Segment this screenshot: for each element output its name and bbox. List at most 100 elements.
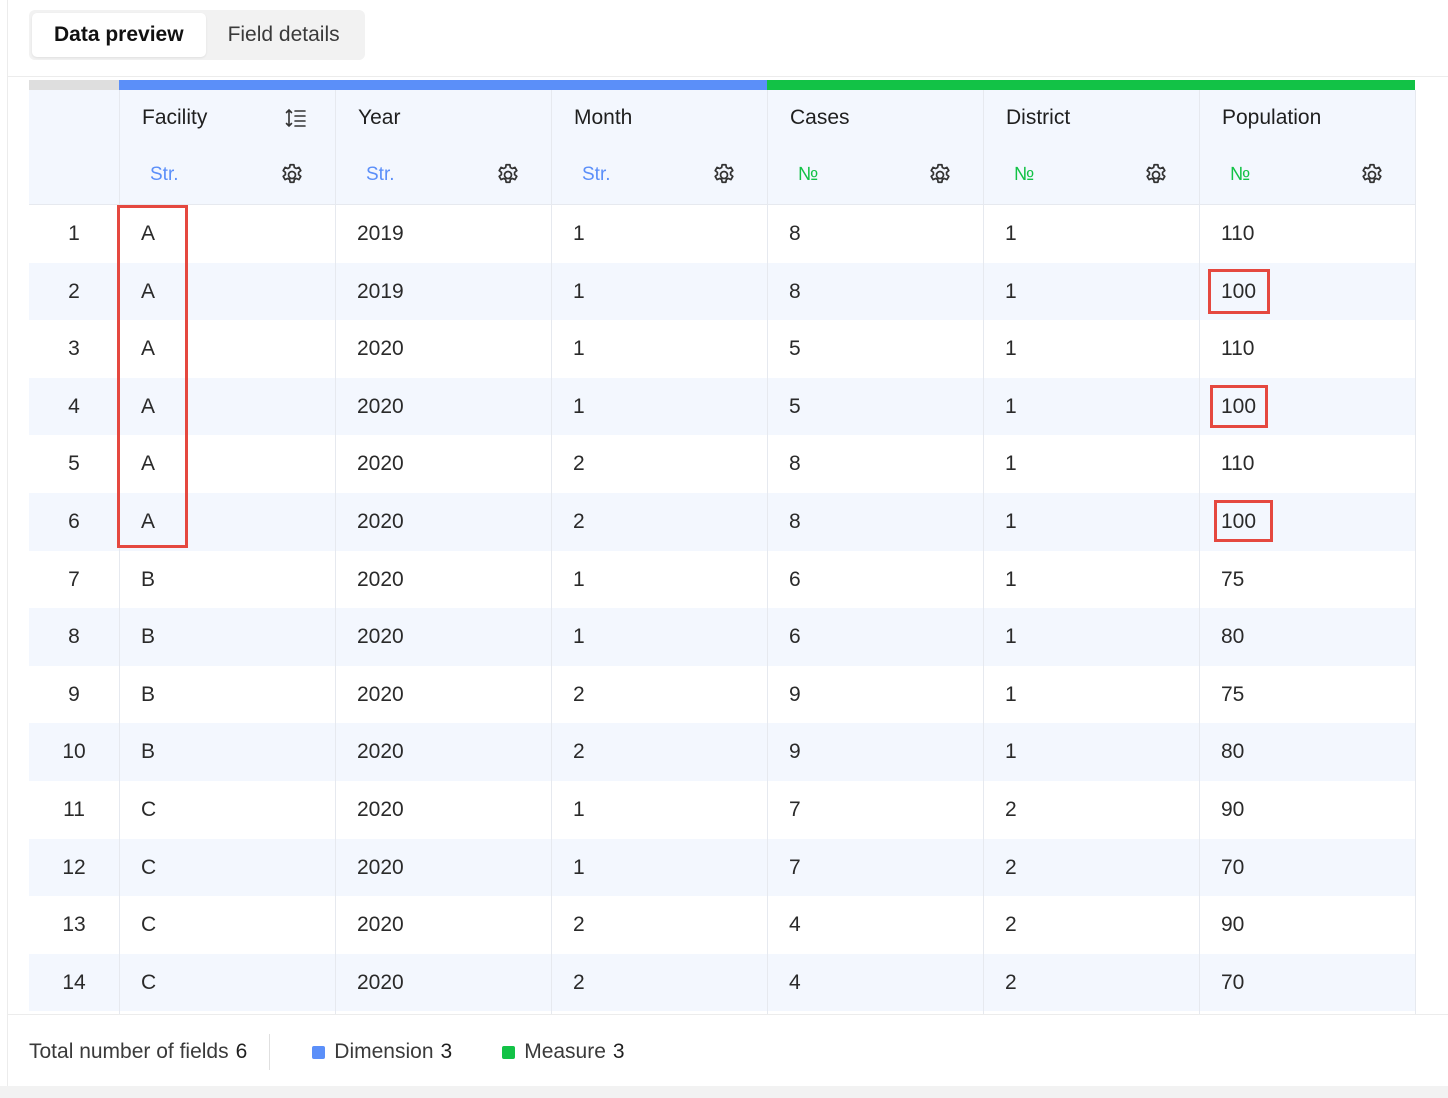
gear-icon[interactable] — [1143, 162, 1169, 188]
table-cell-year: 2020 — [357, 452, 404, 476]
row-index: 3 — [68, 337, 80, 361]
total-fields-count: 6 — [235, 1040, 248, 1063]
table-cell-district: 1 — [1005, 625, 1017, 649]
table-cell-cases: 6 — [789, 567, 801, 591]
column-header-month[interactable]: Month Str. — [551, 90, 767, 205]
table-cell-year: 2020 — [357, 855, 404, 879]
table-cell-cases: 4 — [789, 970, 801, 994]
table-cell-cases: 8 — [789, 279, 801, 303]
gear-icon[interactable] — [495, 162, 521, 188]
row-index: 11 — [63, 798, 85, 821]
table-cell-year: 2019 — [357, 279, 404, 303]
table-cell-cases: 9 — [789, 682, 801, 706]
gear-icon[interactable] — [711, 162, 737, 188]
table-cell-cases: 8 — [789, 452, 801, 476]
row-index: 5 — [68, 452, 80, 476]
column-header-year[interactable]: Year Str. — [335, 90, 551, 205]
table-cell-facility: A — [141, 452, 156, 476]
table-cell-month: 1 — [573, 855, 585, 879]
table-cell-month: 1 — [573, 337, 585, 361]
gear-icon[interactable] — [1359, 162, 1385, 188]
column-divider — [983, 90, 984, 1014]
column-divider — [767, 90, 768, 1014]
view-tabs: Data preview Field details — [29, 10, 365, 60]
gear-icon[interactable] — [927, 162, 953, 188]
table-cell-month: 1 — [573, 567, 585, 591]
table-row: 6 A 2020 2 8 1 100 — [29, 493, 1415, 551]
table-cell-year: 2020 — [357, 510, 404, 533]
table-cell-district: 1 — [1005, 452, 1017, 476]
table-cell-year: 2020 — [357, 394, 404, 418]
measure-legend: Measure 3 — [502, 1040, 625, 1064]
table-cell-district: 1 — [1005, 394, 1017, 418]
table-cell-facility: A — [141, 222, 156, 245]
column-type-badge: № — [1230, 164, 1251, 185]
table-cell-month: 2 — [573, 913, 585, 937]
column-name: Year — [358, 106, 401, 129]
dimension-color-bar — [119, 80, 767, 90]
table-cell-year: 2020 — [357, 970, 404, 994]
row-index: 1 — [68, 222, 80, 245]
table-row: 4 A 2020 1 5 1 100 — [29, 377, 1415, 436]
gear-icon[interactable] — [279, 162, 305, 188]
table-cell-year: 2019 — [357, 222, 404, 245]
sort-icon[interactable] — [285, 107, 307, 129]
table-cell-population: 100 — [1221, 394, 1257, 418]
table-row: 12 C 2020 1 7 2 70 — [29, 838, 1415, 897]
table-cell-population: 75 — [1221, 567, 1245, 591]
table-cell-year: 2020 — [357, 625, 404, 649]
table-cell-population: 100 — [1221, 510, 1257, 533]
table-row: 2 A 2019 1 8 1 100 — [29, 262, 1415, 321]
table-cell-month: 1 — [573, 625, 585, 649]
tab-data-preview[interactable]: Data preview — [32, 13, 206, 57]
table-cell-facility: A — [141, 510, 156, 533]
column-divider — [1199, 90, 1200, 1014]
table-cell-district: 1 — [1005, 279, 1017, 303]
table-cell-facility: B — [141, 567, 156, 591]
column-divider — [1415, 90, 1416, 1014]
tabs-divider — [7, 76, 1448, 77]
table-cell-facility: A — [141, 394, 156, 418]
measure-swatch — [502, 1045, 516, 1059]
column-name: Population — [1222, 106, 1322, 129]
table-row: 9 B 2020 2 9 1 75 — [29, 666, 1415, 724]
table-cell-population: 80 — [1221, 625, 1245, 649]
table-cell-facility: B — [141, 740, 156, 764]
column-header-population[interactable]: Population № — [1199, 90, 1415, 205]
row-index: 6 — [68, 510, 80, 533]
table-cell-population: 80 — [1221, 740, 1245, 764]
measure-label: Measure — [524, 1040, 606, 1063]
tab-field-details[interactable]: Field details — [206, 13, 362, 57]
table-cell-district: 1 — [1005, 740, 1017, 764]
column-header-district[interactable]: District № — [983, 90, 1199, 205]
row-index: 9 — [68, 682, 80, 706]
index-color-bar — [29, 80, 119, 90]
column-header-facility[interactable]: Facility Str. — [119, 90, 335, 205]
column-header-cases[interactable]: Cases № — [767, 90, 983, 205]
table-row: 11 C 2020 1 7 2 90 — [29, 781, 1415, 839]
table-cell-population: 90 — [1221, 913, 1245, 937]
row-index: 10 — [62, 740, 86, 764]
table-cell-facility: A — [141, 279, 156, 303]
table-cell-cases: 9 — [789, 740, 801, 764]
table-cell-facility: C — [141, 913, 157, 937]
bottom-scroll-area — [0, 1086, 1448, 1098]
table-cell-facility: B — [141, 625, 156, 649]
table-cell-cases: 4 — [789, 913, 801, 937]
table-cell-population: 110 — [1221, 337, 1255, 361]
table-cell-month: 1 — [573, 798, 585, 821]
table-cell-year: 2020 — [357, 913, 404, 937]
table-cell-district: 1 — [1005, 337, 1017, 361]
column-type-badge: № — [798, 164, 819, 185]
table-cell-cases: 5 — [789, 337, 801, 361]
table-row: 1 A 2019 1 8 1 110 — [29, 205, 1415, 263]
dimension-count: 3 — [440, 1040, 453, 1063]
table-cell-cases: 6 — [789, 625, 801, 649]
measure-color-bar — [767, 80, 1415, 90]
table-cell-district: 1 — [1005, 682, 1017, 706]
table-cell-district: 2 — [1005, 970, 1017, 994]
column-name: Month — [574, 106, 633, 129]
table-cell-month: 2 — [573, 970, 585, 994]
dimension-label: Dimension — [334, 1040, 434, 1063]
column-name: Facility — [142, 106, 208, 129]
